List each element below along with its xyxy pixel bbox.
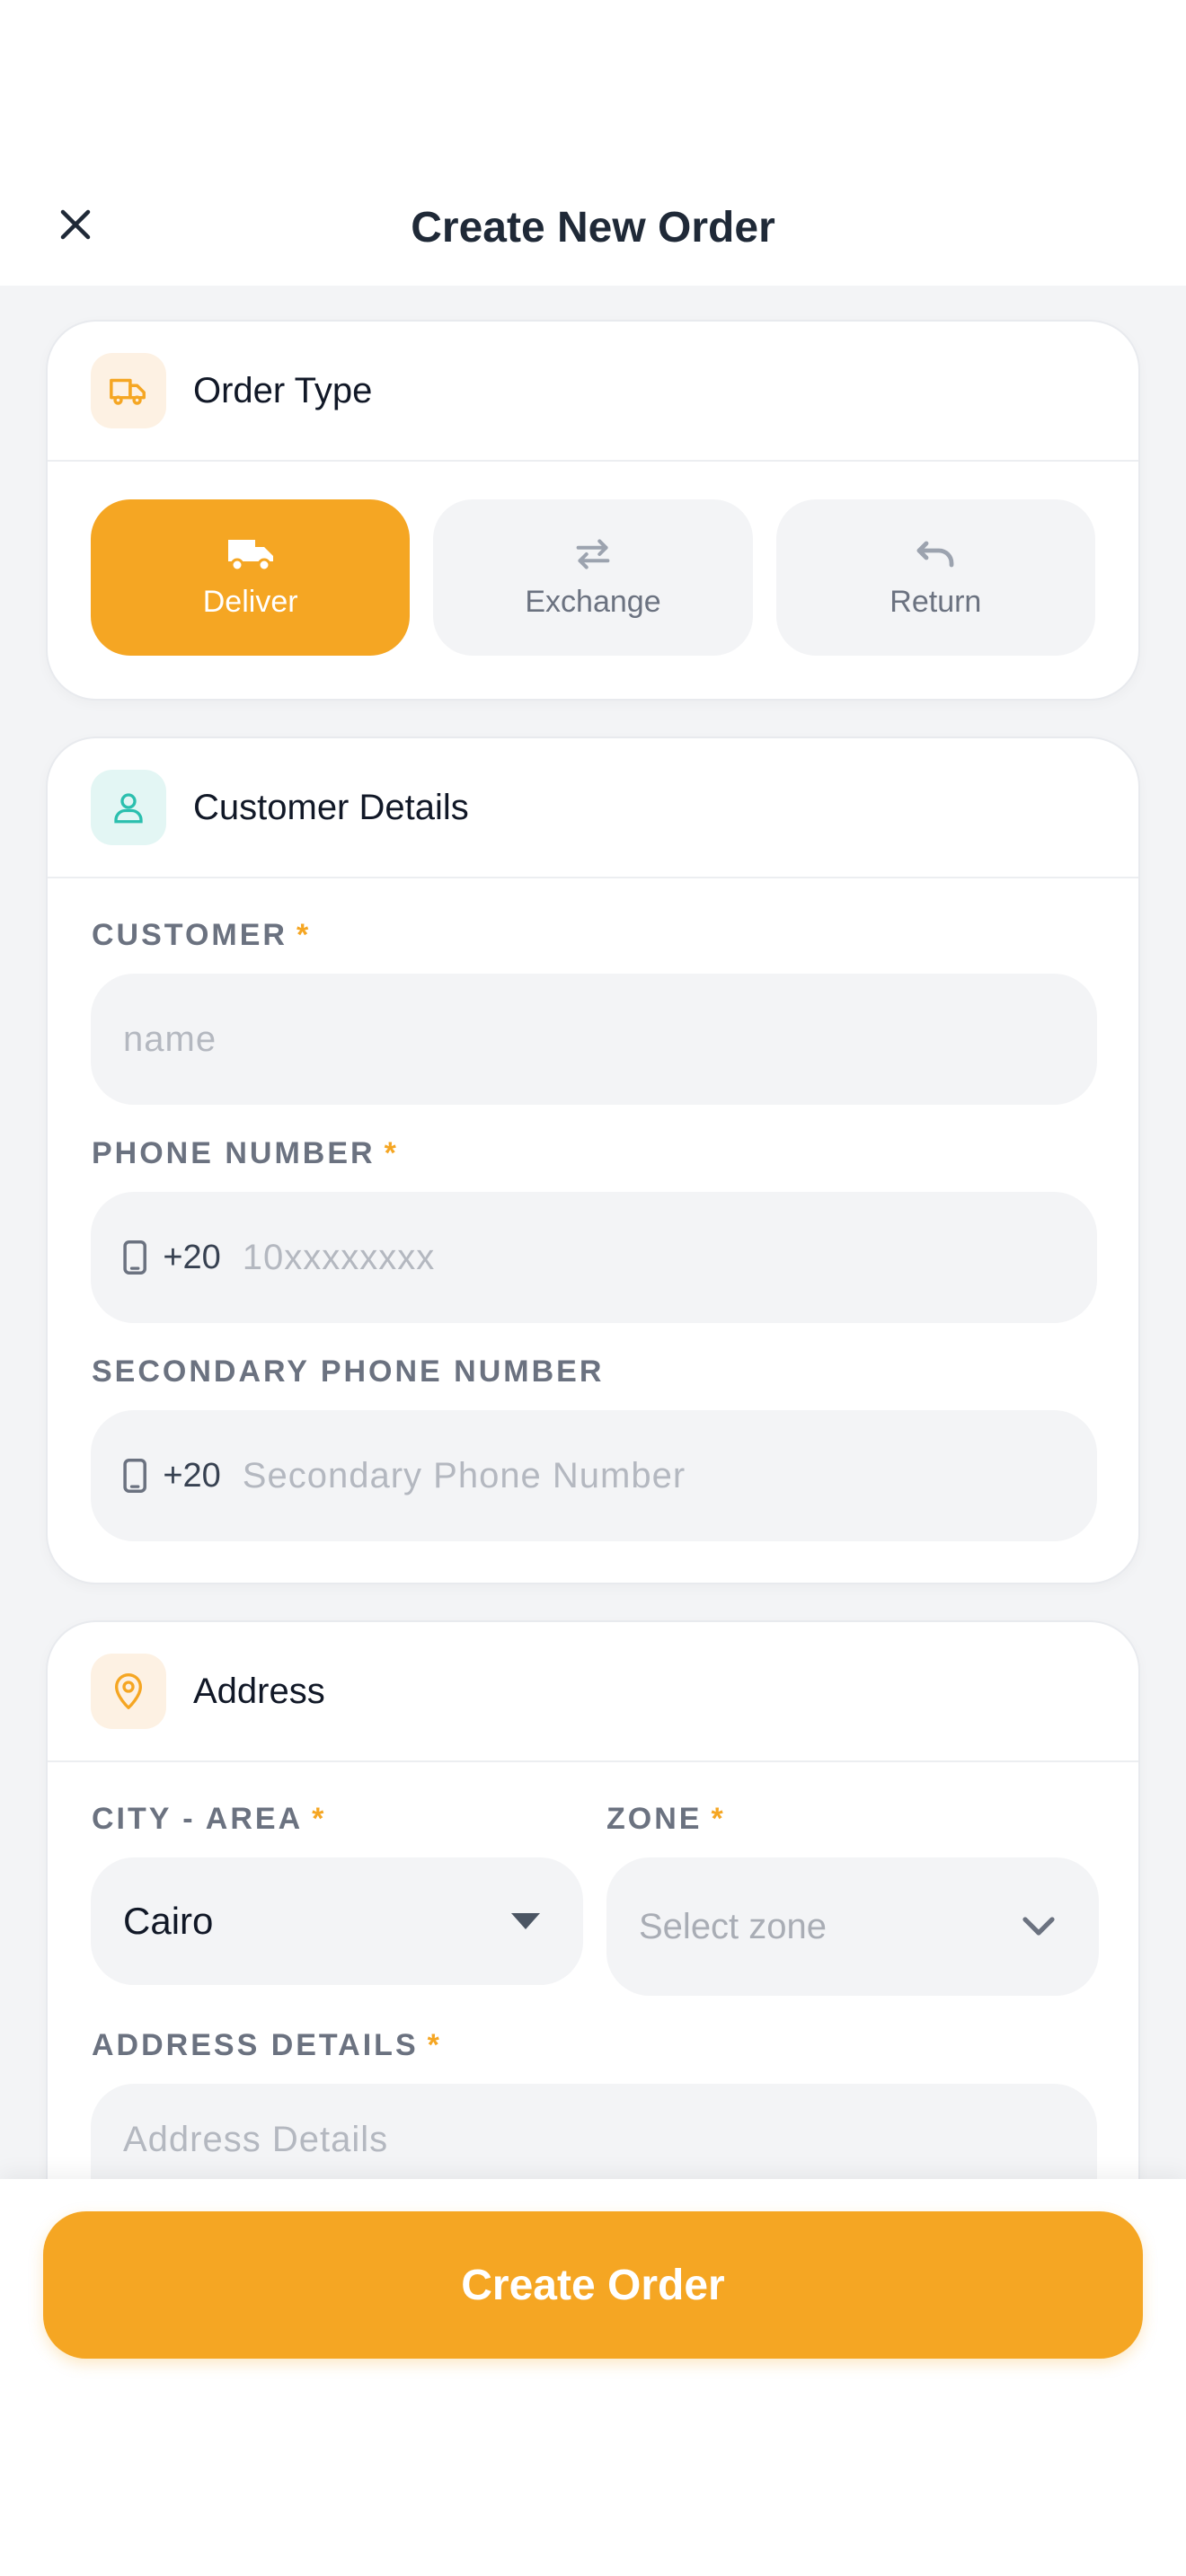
- order-type-deliver-label: Deliver: [202, 584, 298, 619]
- required-mark: *: [312, 1802, 327, 1836]
- order-type-header: Order Type: [48, 322, 1138, 462]
- chevron-down-icon: [1022, 1917, 1055, 1936]
- user-icon: [114, 793, 143, 824]
- secondary-phone-field[interactable]: +20: [91, 1410, 1097, 1541]
- address-title: Address: [193, 1671, 325, 1711]
- address-details-label-text: ADDRESS DETAILS: [92, 2028, 419, 2062]
- caret-down-icon: [511, 1913, 540, 1929]
- customer-icon-badge: [91, 770, 166, 845]
- customer-details-title: Customer Details: [193, 787, 469, 827]
- customer-label: CUSTOMER *: [92, 918, 311, 953]
- order-type-card: Order Type Deliver Exchange Return: [46, 320, 1140, 701]
- truck-icon: [227, 539, 273, 571]
- secondary-phone-country-code: +20: [163, 1456, 221, 1495]
- order-type-title: Order Type: [193, 370, 373, 410]
- order-type-icon-badge: [91, 353, 166, 428]
- address-details-input[interactable]: [123, 2120, 1097, 2160]
- header: Create New Order: [0, 0, 1186, 286]
- customer-name-input[interactable]: [123, 1019, 1097, 1060]
- zone-label-text: ZONE: [606, 1802, 703, 1836]
- phone-icon: [123, 1240, 146, 1275]
- address-icon-badge: [91, 1654, 166, 1729]
- city-area-label: CITY - AREA *: [92, 1802, 326, 1837]
- map-pin-icon: [114, 1673, 142, 1709]
- customer-label-text: CUSTOMER: [92, 918, 288, 952]
- phone-number-label: PHONE NUMBER *: [92, 1136, 399, 1171]
- phone-number-label-text: PHONE NUMBER: [92, 1136, 376, 1170]
- truck-icon: [110, 378, 146, 405]
- required-mark: *: [296, 918, 312, 952]
- order-type-return-button[interactable]: Return: [775, 499, 1095, 656]
- customer-details-header: Customer Details: [48, 738, 1138, 878]
- customer-details-card: Customer Details CUSTOMER* PHONE NUMBER*…: [46, 737, 1140, 1584]
- customer-name-field[interactable]: [91, 974, 1097, 1105]
- required-mark: *: [427, 2028, 442, 2062]
- zone-placeholder: Select zone: [639, 1906, 828, 1946]
- secondary-phone-label-text: SECONDARY PHONE NUMBER: [92, 1354, 605, 1389]
- required-mark: *: [384, 1136, 399, 1170]
- city-area-select[interactable]: Cairo: [91, 1857, 583, 1985]
- phone-country-code: +20: [163, 1238, 221, 1276]
- zone-select[interactable]: Select zone: [606, 1857, 1099, 1996]
- order-type-exchange-button[interactable]: Exchange: [433, 499, 753, 656]
- secondary-phone-label: SECONDARY PHONE NUMBER: [92, 1354, 604, 1389]
- order-type-return-label: Return: [890, 584, 982, 619]
- undo-icon: [916, 541, 954, 567]
- city-area-label-text: CITY - AREA: [92, 1802, 304, 1836]
- address-header: Address: [48, 1622, 1138, 1762]
- bottom-action-bar: Create Order: [0, 2179, 1186, 2576]
- phone-number-field[interactable]: +20: [91, 1192, 1097, 1323]
- secondary-phone-input[interactable]: [242, 1455, 1097, 1496]
- city-area-value: Cairo: [123, 1900, 214, 1942]
- page-title: Create New Order: [411, 204, 775, 251]
- swap-arrows-icon: [576, 538, 610, 569]
- phone-number-input[interactable]: [242, 1237, 1097, 1278]
- order-type-exchange-label: Exchange: [525, 584, 661, 619]
- zone-label: ZONE *: [606, 1802, 726, 1837]
- required-mark: *: [711, 1802, 726, 1836]
- address-details-label: ADDRESS DETAILS *: [92, 2028, 442, 2063]
- create-order-button[interactable]: Create Order: [43, 2211, 1143, 2359]
- order-type-options: Deliver Exchange Return: [48, 462, 1138, 656]
- order-type-deliver-button[interactable]: Deliver: [91, 499, 411, 656]
- phone-icon: [123, 1459, 146, 1493]
